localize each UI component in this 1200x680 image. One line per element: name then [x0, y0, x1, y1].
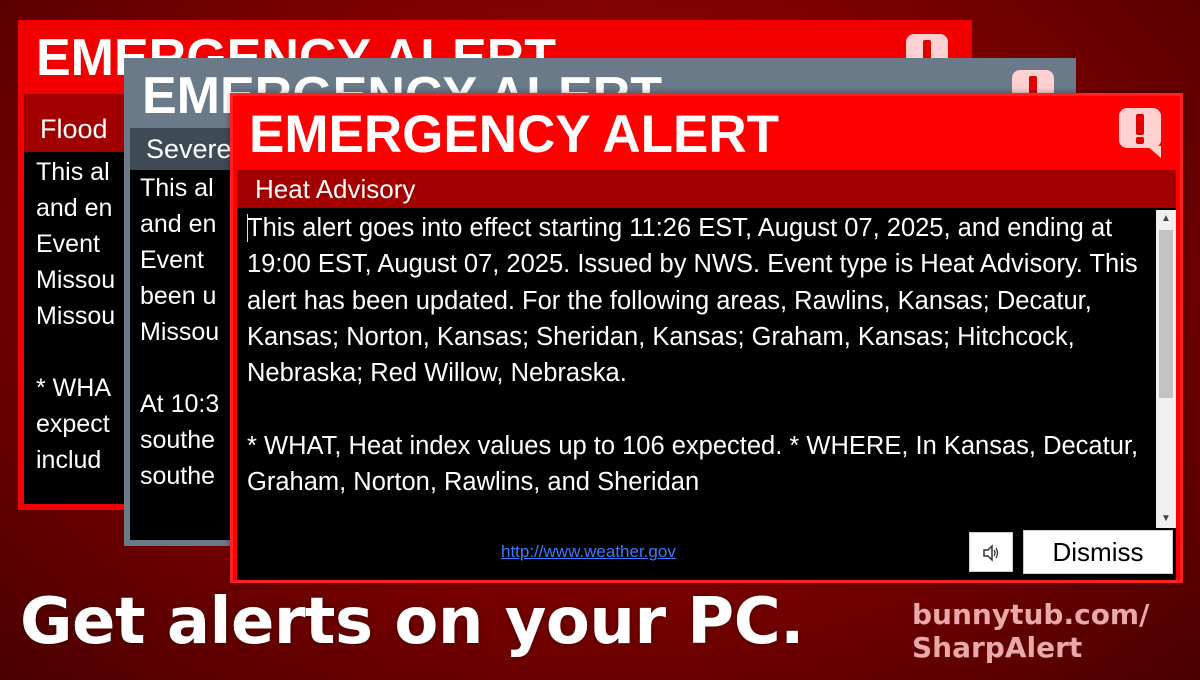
promo-url-line1: bunnytub.com/	[912, 598, 1150, 631]
alert-body: This alert goes into effect starting 11:…	[237, 208, 1176, 580]
mute-button[interactable]	[969, 532, 1013, 572]
scroll-thumb[interactable]	[1159, 230, 1173, 398]
scroll-down-arrow-icon[interactable]: ▼	[1156, 510, 1176, 528]
vertical-scrollbar[interactable]: ▲ ▼	[1156, 210, 1176, 528]
scroll-up-arrow-icon[interactable]: ▲	[1156, 210, 1176, 228]
event-type-bar: Heat Advisory	[237, 170, 1176, 208]
alert-window-heat-advisory: EMERGENCY ALERT Heat Advisory This alert…	[230, 93, 1183, 583]
alert-title: EMERGENCY ALERT	[249, 105, 780, 164]
alert-exclamation-icon	[1119, 108, 1161, 158]
title-bar[interactable]: EMERGENCY ALERT	[233, 96, 1180, 170]
alert-message[interactable]: This alert goes into effect starting 11:…	[247, 210, 1147, 528]
text-cursor	[247, 214, 248, 242]
speaker-icon	[983, 544, 999, 562]
promo-url-line2: SharpAlert	[912, 631, 1083, 664]
promo-tagline: Get alerts on your PC.	[20, 585, 804, 659]
promo-url: bunnytub.com/ SharpAlert	[912, 598, 1149, 664]
dismiss-button[interactable]: Dismiss	[1023, 530, 1173, 574]
weather-gov-link[interactable]: http://www.weather.gov	[501, 542, 676, 562]
